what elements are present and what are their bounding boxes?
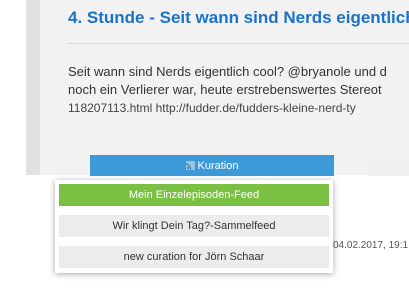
post-title[interactable]: 4. Stunde - Seit wann sind Nerds eigentl…: [68, 8, 409, 28]
post-timestamp: 04.02.2017, 19:1: [333, 240, 409, 251]
side-panel-edge: [368, 155, 409, 176]
dropdown-item-einzelepisoden-feed[interactable]: Mein Einzelepisoden-Feed: [59, 184, 329, 206]
kuration-button-label: Kuration: [197, 159, 239, 172]
post-text-line-1: Seit wann sind Nerds eigentlich cool? @b…: [68, 64, 387, 79]
post-text-line-3: 118207113.html http://fudder.de/fudders-…: [68, 101, 356, 115]
left-accent-bar: [26, 0, 40, 175]
post-text-line-2: noch ein Verlierer war, heute erstrebens…: [68, 82, 382, 97]
post-description: Seit wann sind Nerds eigentlich cool? @b…: [68, 63, 409, 117]
dropdown-item-sammelfeed[interactable]: Wir klingt Dein Tag?-Sammelfeed: [59, 215, 329, 237]
dropdown-item-new-curation[interactable]: new curation for Jörn Schaar: [59, 246, 329, 268]
kuration-dropdown-menu: Mein Einzelepisoden-Feed Wir klingt Dein…: [55, 180, 333, 273]
title-divider: [68, 43, 409, 44]
kuration-button[interactable]: Kuration: [90, 155, 334, 176]
rss-icon: [185, 161, 195, 170]
